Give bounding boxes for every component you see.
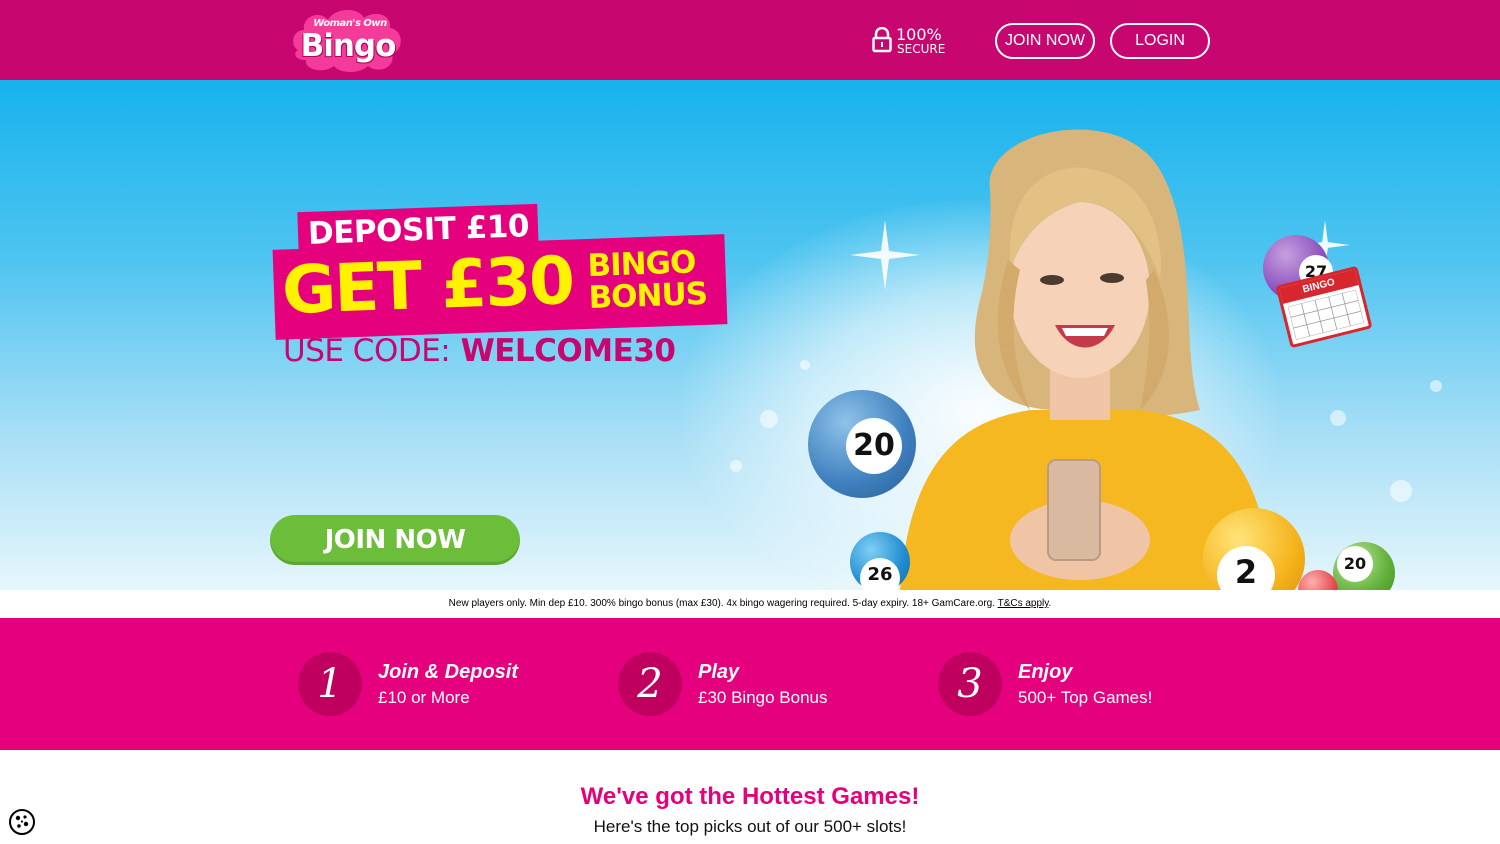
- step-title: Enjoy: [1018, 661, 1073, 683]
- bingo-ball-number: 26: [860, 558, 900, 590]
- bokeh-dot: [1430, 380, 1442, 392]
- bingo-ball: 20: [808, 390, 916, 498]
- bokeh-dot: [1330, 410, 1346, 426]
- secure-badge: 100% SECURE: [872, 25, 952, 57]
- bingo-ball-number: 20: [1337, 546, 1373, 582]
- steps-section: 1 Join & Deposit £10 or More 2 Play £30 …: [0, 618, 1500, 750]
- bonus-word: BONUS: [587, 275, 708, 317]
- terms-text: New players only. Min dep £10. 300% bing…: [448, 598, 998, 609]
- step-number: 3: [938, 652, 1002, 716]
- step-subtitle: £30 Bingo Bonus: [698, 688, 828, 707]
- bingo-bonus-label: BINGO BONUS: [587, 244, 708, 317]
- bingo-ball: 26: [850, 532, 910, 590]
- promo-code-value: WELCOME30: [460, 333, 676, 369]
- secure-label: SECURE: [897, 42, 946, 56]
- bokeh-dot: [760, 410, 778, 428]
- terms-end: .: [1048, 598, 1052, 609]
- step-number: 1: [298, 652, 362, 716]
- games-section-title: We've got the Hottest Games!: [580, 783, 920, 810]
- step-title: Join & Deposit: [378, 661, 519, 683]
- bokeh-dot: [1390, 480, 1412, 502]
- step-number: 2: [618, 652, 682, 716]
- cookie-icon[interactable]: [8, 808, 36, 836]
- bingo-ball-number: 20: [846, 418, 902, 474]
- site-logo[interactable]: Woman's Own Bingo: [288, 6, 406, 74]
- step-subtitle: 500+ Top Games!: [1018, 688, 1153, 707]
- lock-icon: [872, 27, 892, 53]
- bonus-headline: GET £30: [280, 241, 575, 330]
- step-subtitle: £10 or More: [378, 688, 470, 707]
- hero-join-button[interactable]: JOIN NOW: [270, 515, 520, 565]
- games-section-subtitle: Here's the top picks out of our 500+ slo…: [593, 817, 907, 836]
- promo-code-label: USE CODE:: [283, 333, 451, 369]
- terms-line: New players only. Min dep £10. 300% bing…: [0, 590, 1500, 618]
- hero-banner: DEPOSIT £10 GET £30 BINGO BONUS USE CODE…: [0, 80, 1500, 590]
- bingo-ball: 20: [1333, 542, 1395, 590]
- header-join-button[interactable]: JOIN NOW: [995, 23, 1095, 59]
- terms-link[interactable]: T&Cs apply: [998, 598, 1049, 609]
- step-item: 1 Join & Deposit £10 or More: [298, 652, 598, 718]
- bingo-ball-number: 2: [1217, 546, 1275, 590]
- bokeh-dot: [800, 360, 810, 370]
- promo-code-line: USE CODE: WELCOME30: [283, 333, 676, 369]
- step-title: Play: [698, 661, 740, 683]
- login-button[interactable]: LOGIN: [1110, 23, 1210, 59]
- bokeh-dot: [730, 460, 742, 472]
- top-header: Woman's Own Bingo 100% SECURE JOIN NOW L…: [0, 0, 1500, 80]
- bingo-ball: [1298, 570, 1338, 590]
- step-item: 2 Play £30 Bingo Bonus: [618, 652, 918, 718]
- logo-big-text: Bingo: [300, 28, 397, 64]
- step-item: 3 Enjoy 500+ Top Games!: [938, 652, 1238, 718]
